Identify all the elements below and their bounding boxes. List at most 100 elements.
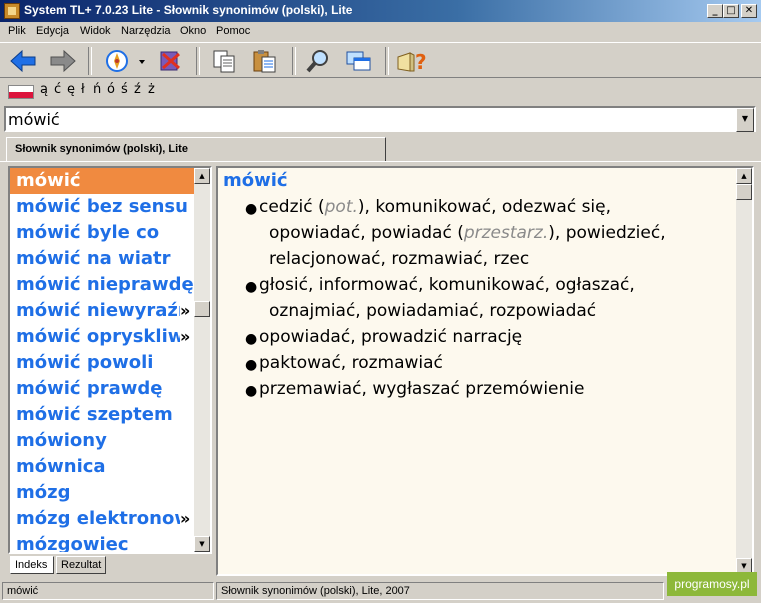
search-input[interactable] xyxy=(8,109,736,129)
dictionary-dropdown-button[interactable] xyxy=(136,47,148,75)
forward-button[interactable] xyxy=(48,47,78,75)
list-item[interactable]: mówić byle co xyxy=(10,220,194,246)
letter-a-ogonek[interactable]: ą xyxy=(40,82,48,97)
expand-marker[interactable]: » xyxy=(180,324,194,350)
toolbar-separator xyxy=(385,47,389,75)
tab-results[interactable]: Rezultat xyxy=(56,556,106,574)
letter-o-acute[interactable]: ó xyxy=(107,82,115,97)
close-button[interactable]: ✕ xyxy=(741,4,757,18)
sense-1-line-3[interactable]: relacjonować, rozmawiać, rzec xyxy=(269,249,529,269)
scroll-down-button[interactable]: ▼ xyxy=(194,536,210,552)
magnifier-icon xyxy=(306,50,328,73)
toolbar-separator xyxy=(292,47,296,75)
sense-2-line-1[interactable]: głosić, informować, komunikować, ogłasza… xyxy=(259,275,635,295)
compass-icon xyxy=(106,50,128,72)
windows-button[interactable] xyxy=(344,47,374,75)
menu-narzedzia[interactable]: Narzędzia xyxy=(121,25,171,37)
toolbar-separator xyxy=(196,47,200,75)
list-item[interactable]: mówić nieprawdę xyxy=(10,272,194,298)
letter-s-acute[interactable]: ś xyxy=(121,82,128,97)
synonym-text[interactable]: cedzić ( xyxy=(259,197,325,217)
scroll-up-button[interactable]: ▲ xyxy=(194,168,210,184)
minimize-button[interactable]: _ xyxy=(707,4,723,18)
back-button[interactable] xyxy=(8,47,38,75)
search-combobox: ▼ xyxy=(4,106,756,132)
sense-5-line-1[interactable]: przemawiać, wygłaszać przemówienie xyxy=(259,379,584,399)
menu-okno[interactable]: Okno xyxy=(180,25,206,37)
sense-bullet: ● xyxy=(245,357,258,373)
sense-bullet: ● xyxy=(245,331,258,347)
dictionary-select-button[interactable] xyxy=(103,47,133,75)
close-dictionary-button[interactable] xyxy=(155,47,185,75)
maximize-button[interactable]: □ xyxy=(723,4,739,18)
menu-pomoc[interactable]: Pomoc xyxy=(216,25,250,37)
expand-marker[interactable]: » xyxy=(180,298,194,324)
letter-z-acute[interactable]: ź xyxy=(134,82,141,97)
list-item[interactable]: mózgowiec xyxy=(10,532,194,552)
tab-index[interactable]: Indeks xyxy=(10,556,54,574)
list-item[interactable]: mówiony xyxy=(10,428,194,454)
help-book-icon: ? xyxy=(397,50,427,74)
synonym-text[interactable]: opowiadać, powiadać ( xyxy=(269,223,464,243)
status-bar: mówić Słownik synonimów (polski), Lite, … xyxy=(0,580,761,603)
list-scrollbar[interactable]: ▲ ▼ xyxy=(194,168,210,552)
scroll-thumb[interactable] xyxy=(194,301,210,317)
paste-button[interactable] xyxy=(250,47,280,75)
tab-divider xyxy=(0,161,761,162)
list-item[interactable]: mówić niewyraźnie xyxy=(10,298,194,324)
toolbar-separator xyxy=(88,47,92,75)
list-item[interactable]: mówić prawdę xyxy=(10,376,194,402)
menu-bar: Plik Edycja Widok Narzędzia Okno Pomoc xyxy=(0,22,761,42)
sense-bullet: ● xyxy=(245,279,258,295)
help-button[interactable]: ? xyxy=(396,47,427,75)
sense-bullet: ● xyxy=(245,383,258,399)
letter-l-stroke[interactable]: ł xyxy=(81,82,85,97)
menu-plik[interactable]: Plik xyxy=(8,25,26,37)
windows-icon xyxy=(346,51,371,71)
paste-icon xyxy=(253,50,276,73)
expand-marker[interactable]: » xyxy=(180,506,194,532)
status-dictionary-info: Słownik synonimów (polski), Lite, 2007 xyxy=(216,582,664,600)
list-item[interactable]: mówić xyxy=(10,168,194,194)
scroll-up-button[interactable]: ▲ xyxy=(736,168,752,184)
sense-3-line-1[interactable]: opowiadać, prowadzić narrację xyxy=(259,327,522,347)
sense-bullet: ● xyxy=(245,201,258,217)
svg-text:?: ? xyxy=(415,50,426,74)
menu-widok[interactable]: Widok xyxy=(80,25,111,37)
letter-n-acute[interactable]: ń xyxy=(93,82,101,97)
search-dropdown-button[interactable]: ▼ xyxy=(736,108,754,132)
arrow-right-icon xyxy=(50,49,76,73)
sense-2-line-2[interactable]: oznajmiać, powiadamiać, rozpowiadać xyxy=(269,301,596,321)
search-button[interactable] xyxy=(304,47,334,75)
list-item[interactable]: mówić opryskliwie xyxy=(10,324,194,350)
list-item[interactable]: mówić powoli xyxy=(10,350,194,376)
menu-edycja[interactable]: Edycja xyxy=(36,25,69,37)
list-item[interactable]: mózg xyxy=(10,480,194,506)
definition-scrollbar[interactable]: ▲ ▼ xyxy=(736,168,752,574)
synonym-text[interactable]: ), powiedzieć, xyxy=(548,223,665,243)
watermark-logo: programosy.pl xyxy=(667,572,757,596)
copy-icon xyxy=(213,50,235,73)
sense-4-line-1[interactable]: paktować, rozmawiać xyxy=(259,353,443,373)
letter-e-ogonek[interactable]: ę xyxy=(67,82,75,97)
scroll-thumb[interactable] xyxy=(736,184,752,200)
app-icon[interactable] xyxy=(4,3,20,19)
tab-dictionary[interactable]: Słownik synonimów (polski), Lite xyxy=(6,137,386,161)
list-item[interactable]: mównica xyxy=(10,454,194,480)
arrow-left-icon xyxy=(10,49,36,73)
list-item[interactable]: mówić bez sensu xyxy=(10,194,194,220)
word-list: mówić mówić bez sensu mówić byle co mówi… xyxy=(10,168,194,552)
usage-qualifier: przestarz. xyxy=(463,223,549,243)
synonym-text[interactable]: ), komunikować, odezwać się, xyxy=(358,197,611,217)
letter-c-acute[interactable]: ć xyxy=(54,82,61,97)
letter-z-dot[interactable]: ż xyxy=(148,82,155,97)
polish-flag-icon[interactable] xyxy=(8,85,34,99)
list-item[interactable]: mózg elektronowy xyxy=(10,506,194,532)
copy-button[interactable] xyxy=(210,47,240,75)
list-item[interactable]: mówić szeptem xyxy=(10,402,194,428)
definition-headword: mówić xyxy=(223,170,288,191)
list-item[interactable]: mówić na wiatr xyxy=(10,246,194,272)
sense-1-line-1: cedzić (pot.), komunikować, odezwać się, xyxy=(259,197,611,217)
status-current-word: mówić xyxy=(2,582,214,600)
sense-1-line-2: opowiadać, powiadać (przestarz.), powied… xyxy=(269,223,666,243)
